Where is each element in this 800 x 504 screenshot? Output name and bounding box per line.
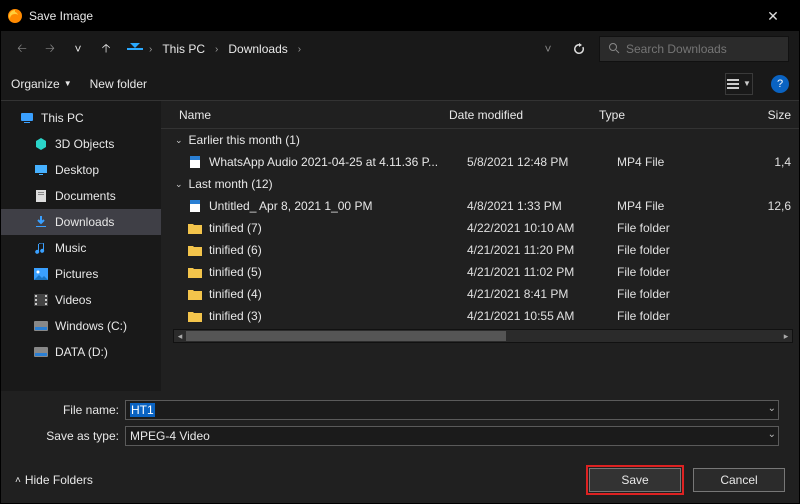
chevron-up-icon: ˄: [15, 475, 21, 486]
window-title: Save Image: [29, 9, 93, 23]
cancel-button[interactable]: Cancel: [693, 468, 785, 492]
sidebar-item-label: This PC: [41, 111, 84, 125]
folder-icon: [187, 264, 203, 280]
chevron-down-icon: ⌄: [175, 135, 183, 146]
drive-icon: [33, 318, 49, 334]
search-input[interactable]: [626, 42, 781, 56]
video-icon: [33, 292, 49, 308]
mp4-file-icon: [187, 198, 203, 214]
sidebar-item-label: 3D Objects: [55, 137, 114, 151]
save-type-label: Save as type:: [21, 429, 119, 443]
col-name[interactable]: Name: [179, 108, 449, 122]
new-folder-button[interactable]: New folder: [90, 77, 147, 91]
help-icon[interactable]: ?: [771, 75, 789, 93]
file-row[interactable]: tinified (4)4/21/2021 8:41 PMFile folder: [167, 283, 799, 305]
search-box[interactable]: [599, 36, 789, 62]
sidebar-item-label: Downloads: [55, 215, 114, 229]
hide-folders-button[interactable]: ˄ Hide Folders: [15, 473, 93, 487]
back-icon: 🡠: [11, 38, 33, 60]
sidebar-item-label: Music: [55, 241, 86, 255]
drive-icon: [33, 344, 49, 360]
file-row[interactable]: tinified (6)4/21/2021 11:20 PMFile folde…: [167, 239, 799, 261]
view-options-button[interactable]: ▼: [725, 73, 753, 95]
chevron-right-icon[interactable]: ›: [294, 44, 305, 55]
sidebar-item-downloads[interactable]: Downloads: [1, 209, 161, 235]
folder-icon: [187, 308, 203, 324]
firefox-icon: [7, 8, 23, 24]
sidebar-item-label: Documents: [55, 189, 116, 203]
document-icon: [33, 188, 49, 204]
sidebar-item-3dobjects[interactable]: 3D Objects: [1, 131, 161, 157]
scroll-thumb[interactable]: [186, 331, 506, 341]
close-icon[interactable]: ✕: [753, 1, 793, 31]
sidebar-item-music[interactable]: Music: [1, 235, 161, 261]
sidebar-item-label: Desktop: [55, 163, 99, 177]
bottom-bar: ˄ Hide Folders Save Cancel: [1, 457, 799, 503]
col-date[interactable]: Date modified: [449, 108, 599, 122]
sidebar-item-drive-d[interactable]: DATA (D:): [1, 339, 161, 365]
save-dialog: Save Image ✕ 🡠 🡢 ˅ 🡡 › This PC › Downloa…: [0, 0, 800, 504]
recent-locations-icon[interactable]: ˅: [67, 38, 89, 60]
sidebar-item-videos[interactable]: Videos: [1, 287, 161, 313]
cube-icon: [33, 136, 49, 152]
group-last-month[interactable]: ⌄Last month (12): [167, 173, 799, 195]
location-dropdown-icon[interactable]: ˅: [537, 38, 559, 60]
sidebar-item-pictures[interactable]: Pictures: [1, 261, 161, 287]
file-row[interactable]: tinified (5)4/21/2021 11:02 PMFile folde…: [167, 261, 799, 283]
folder-icon: [187, 286, 203, 302]
scroll-right-icon[interactable]: ▸: [780, 330, 792, 342]
sidebar: This PC 3D Objects Desktop Documents Dow…: [1, 101, 161, 391]
file-name-input[interactable]: HT1 ⌄: [125, 400, 779, 420]
horizontal-scrollbar[interactable]: ◂▸: [173, 329, 793, 343]
nav-bar: 🡠 🡢 ˅ 🡡 › This PC › Downloads › ˅: [1, 31, 799, 67]
chevron-down-icon[interactable]: ⌄: [768, 403, 776, 414]
chevron-right-icon[interactable]: ›: [145, 44, 156, 55]
breadcrumb[interactable]: › This PC › Downloads ›: [123, 36, 403, 62]
scroll-left-icon[interactable]: ◂: [174, 330, 186, 342]
sidebar-item-label: DATA (D:): [55, 345, 108, 359]
col-size[interactable]: Size: [719, 108, 799, 122]
chevron-down-icon[interactable]: ⌄: [768, 429, 776, 440]
chevron-right-icon[interactable]: ›: [211, 44, 222, 55]
file-row[interactable]: Untitled_ Apr 8, 2021 1_00 PM4/8/2021 1:…: [167, 195, 799, 217]
file-list: Name Date modified Type Size ⌄Earlier th…: [161, 101, 799, 391]
file-row[interactable]: WhatsApp Audio 2021-04-25 at 4.11.36 P..…: [167, 151, 799, 173]
save-button[interactable]: Save: [589, 468, 681, 492]
chevron-down-icon: ⌄: [175, 179, 183, 190]
crumb-downloads[interactable]: Downloads: [224, 40, 291, 58]
picture-icon: [33, 266, 49, 282]
title-bar: Save Image ✕: [1, 1, 799, 31]
sidebar-item-label: Pictures: [55, 267, 98, 281]
toolbar: Organize▼ New folder ▼ ?: [1, 67, 799, 101]
column-headers[interactable]: Name Date modified Type Size: [161, 101, 799, 129]
sidebar-item-desktop[interactable]: Desktop: [1, 157, 161, 183]
download-icon: [33, 214, 49, 230]
organize-button[interactable]: Organize▼: [11, 77, 72, 91]
sidebar-item-label: Windows (C:): [55, 319, 127, 333]
sidebar-item-label: Videos: [55, 293, 91, 307]
save-form: File name: HT1 ⌄ Save as type: MPEG-4 Vi…: [1, 391, 799, 451]
folder-icon: [187, 242, 203, 258]
up-icon[interactable]: 🡡: [95, 38, 117, 60]
forward-icon: 🡢: [39, 38, 61, 60]
file-row[interactable]: tinified (3)4/21/2021 10:55 AMFile folde…: [167, 305, 799, 327]
crumb-thispc[interactable]: This PC: [158, 40, 209, 58]
folder-icon: [187, 220, 203, 236]
sidebar-item-thispc[interactable]: This PC: [1, 105, 161, 131]
search-icon: [608, 42, 620, 57]
mp4-file-icon: [187, 154, 203, 170]
sidebar-item-documents[interactable]: Documents: [1, 183, 161, 209]
computer-icon: [19, 110, 35, 126]
col-type[interactable]: Type: [599, 108, 719, 122]
desktop-icon: [33, 162, 49, 178]
sidebar-item-drive-c[interactable]: Windows (C:): [1, 313, 161, 339]
thispc-icon: [127, 41, 143, 57]
save-type-select[interactable]: MPEG-4 Video ⌄: [125, 426, 779, 446]
refresh-icon[interactable]: [569, 39, 589, 59]
file-name-label: File name:: [21, 403, 119, 417]
file-row[interactable]: tinified (7)4/22/2021 10:10 AMFile folde…: [167, 217, 799, 239]
music-icon: [33, 240, 49, 256]
group-earlier-this-month[interactable]: ⌄Earlier this month (1): [167, 129, 799, 151]
